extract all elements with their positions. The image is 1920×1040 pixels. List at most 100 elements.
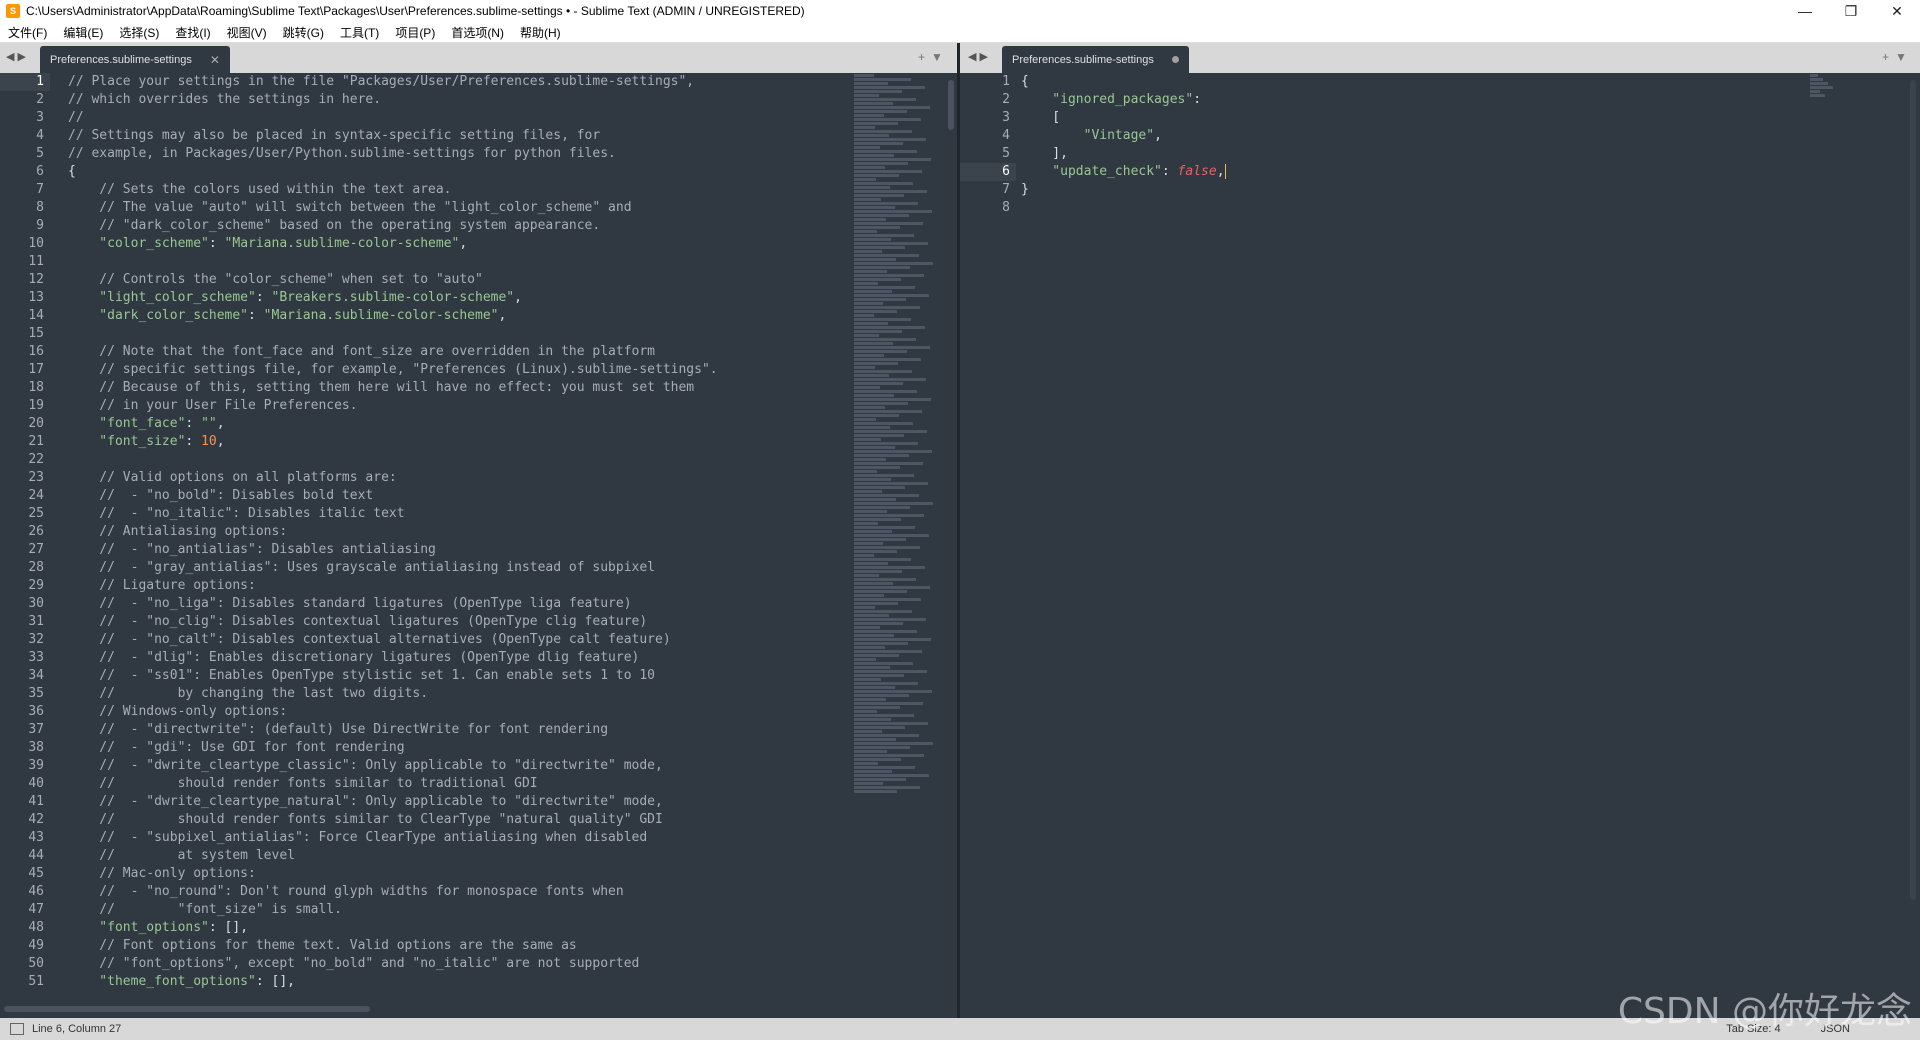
line-number: 10: [28, 236, 44, 251]
code-line[interactable]: // Antialiasing options:: [68, 523, 852, 541]
left-minimap[interactable]: [854, 73, 946, 1018]
code-line[interactable]: [: [1021, 109, 1920, 127]
unsaved-dot-icon[interactable]: [1171, 56, 1179, 63]
code-line[interactable]: // - "no_calt": Disables contextual alte…: [68, 631, 852, 649]
code-line[interactable]: // - "dlig": Enables discretionary ligat…: [68, 649, 852, 667]
left-tab-nav-arrows[interactable]: ◀▶: [6, 50, 29, 63]
code-line[interactable]: "update_check": false,: [1021, 163, 1920, 181]
left-tab-preferences[interactable]: Preferences.sublime-settings ✕: [40, 46, 230, 73]
right-code-area[interactable]: { "ignored_packages": [ "Vintage", ], "u…: [1021, 73, 1920, 217]
code-line[interactable]: // - "ss01": Enables OpenType stylistic …: [68, 667, 852, 685]
tab-close-icon[interactable]: ✕: [210, 53, 220, 67]
left-vertical-scrollbar[interactable]: [948, 80, 954, 130]
sublime-app-icon: S: [6, 4, 20, 18]
code-line[interactable]: // - "gray_antialias": Uses grayscale an…: [68, 559, 852, 577]
code-line[interactable]: {: [68, 163, 852, 181]
code-line[interactable]: // Valid options on all platforms are:: [68, 469, 852, 487]
code-line[interactable]: // - "directwrite": (default) Use Direct…: [68, 721, 852, 739]
code-line[interactable]: // Sets the colors used within the text …: [68, 181, 852, 199]
code-line[interactable]: // - "dwrite_cleartype_natural": Only ap…: [68, 793, 852, 811]
code-line[interactable]: "color_scheme": "Mariana.sublime-color-s…: [68, 235, 852, 253]
code-line[interactable]: // should render fonts similar to tradit…: [68, 775, 852, 793]
code-line[interactable]: "font_size": 10,: [68, 433, 852, 451]
code-line[interactable]: // - "subpixel_antialias": Force ClearTy…: [68, 829, 852, 847]
code-line[interactable]: // Controls the "color_scheme" when set …: [68, 271, 852, 289]
minimap-line: [854, 190, 927, 193]
code-line[interactable]: // - "dwrite_cleartype_classic": Only ap…: [68, 757, 852, 775]
code-line[interactable]: // "dark_color_scheme" based on the oper…: [68, 217, 852, 235]
left-horizontal-scrollbar[interactable]: [4, 1006, 370, 1012]
code-line[interactable]: // Windows-only options:: [68, 703, 852, 721]
menu-edit[interactable]: 编辑(E): [55, 24, 111, 41]
code-line[interactable]: // which overrides the settings in here.: [68, 91, 852, 109]
code-line[interactable]: // example, in Packages/User/Python.subl…: [68, 145, 852, 163]
code-line[interactable]: // Settings may also be placed in syntax…: [68, 127, 852, 145]
left-editor-pane[interactable]: 1 2 3 4 5 6 7 8 9 10 11 12 13 14 15 16 17 18 19 20 21 22 23 24 2…: [0, 73, 852, 1018]
menu-help[interactable]: 帮助(H): [512, 24, 569, 41]
restore-button[interactable]: ❐: [1828, 0, 1874, 22]
code-line[interactable]: // The value "auto" will switch between …: [68, 199, 852, 217]
code-line[interactable]: // Ligature options:: [68, 577, 852, 595]
code-line[interactable]: // Because of this, setting them here wi…: [68, 379, 852, 397]
right-tab-menu-icons[interactable]: +▼: [1882, 50, 1913, 64]
code-line[interactable]: "light_color_scheme": "Breakers.sublime-…: [68, 289, 852, 307]
code-line[interactable]: // - "no_italic": Disables italic text: [68, 505, 852, 523]
code-line[interactable]: // by changing the last two digits.: [68, 685, 852, 703]
minimize-button[interactable]: —: [1782, 0, 1828, 22]
menu-view[interactable]: 视图(V): [219, 24, 275, 41]
code-line[interactable]: "ignored_packages":: [1021, 91, 1920, 109]
right-tab-nav-arrows[interactable]: ◀▶: [968, 50, 991, 63]
panel-toggle-icon[interactable]: [10, 1023, 24, 1035]
code-line[interactable]: // - "no_antialias": Disables antialiasi…: [68, 541, 852, 559]
right-tab-preferences[interactable]: Preferences.sublime-settings: [1002, 46, 1189, 73]
code-line[interactable]: {: [1021, 73, 1920, 91]
code-line[interactable]: // Font options for theme text. Valid op…: [68, 937, 852, 955]
right-vertical-scrollbar[interactable]: [1910, 80, 1916, 900]
code-line[interactable]: "font_face": "",: [68, 415, 852, 433]
code-token: // Ligature options:: [68, 578, 256, 593]
code-line[interactable]: [68, 451, 852, 469]
code-line[interactable]: "Vintage",: [1021, 127, 1920, 145]
menu-goto[interactable]: 跳转(G): [275, 24, 332, 41]
menu-project[interactable]: 项目(P): [387, 24, 443, 41]
code-line[interactable]: // Mac-only options:: [68, 865, 852, 883]
code-line[interactable]: // specific settings file, for example, …: [68, 361, 852, 379]
code-line[interactable]: "font_options": [],: [68, 919, 852, 937]
menu-find[interactable]: 查找(I): [167, 24, 218, 41]
code-line[interactable]: "dark_color_scheme": "Mariana.sublime-co…: [68, 307, 852, 325]
line-number: 25: [28, 506, 44, 521]
line-number: 38: [28, 740, 44, 755]
right-minimap[interactable]: [1810, 73, 1850, 1018]
code-line[interactable]: }: [1021, 181, 1920, 199]
code-line[interactable]: // at system level: [68, 847, 852, 865]
cursor-position[interactable]: Line 6, Column 27: [32, 1023, 121, 1035]
right-editor-pane[interactable]: 1 2 3 4 5 67 8 { "ignored_packages": [ "Vintag…: [960, 73, 1920, 1018]
code-line[interactable]: [1021, 199, 1920, 217]
code-line[interactable]: // Note that the font_face and font_size…: [68, 343, 852, 361]
menu-preferences[interactable]: 首选项(N): [443, 24, 512, 41]
code-line[interactable]: // - "no_round": Don't round glyph width…: [68, 883, 852, 901]
menu-file[interactable]: 文件(F): [0, 24, 55, 41]
code-line[interactable]: // - "no_clig": Disables contextual liga…: [68, 613, 852, 631]
menu-tools[interactable]: 工具(T): [332, 24, 387, 41]
left-tab-menu-icons[interactable]: +▼: [918, 50, 949, 64]
code-line[interactable]: [68, 325, 852, 343]
code-line[interactable]: //: [68, 109, 852, 127]
close-window-button[interactable]: ✕: [1874, 0, 1920, 22]
code-line[interactable]: ],: [1021, 145, 1920, 163]
menu-selection[interactable]: 选择(S): [111, 24, 167, 41]
code-line[interactable]: // should render fonts similar to ClearT…: [68, 811, 852, 829]
left-code-area[interactable]: // Place your settings in the file "Pack…: [68, 73, 852, 991]
code-line[interactable]: // - "no_liga": Disables standard ligatu…: [68, 595, 852, 613]
minimap-line: [854, 310, 897, 313]
code-line[interactable]: // "font_options", except "no_bold" and …: [68, 955, 852, 973]
code-line[interactable]: "theme_font_options": [],: [68, 973, 852, 991]
code-line[interactable]: // - "gdi": Use GDI for font rendering: [68, 739, 852, 757]
code-line[interactable]: // "font_size" is small.: [68, 901, 852, 919]
code-line[interactable]: // in your User File Preferences.: [68, 397, 852, 415]
code-line[interactable]: [68, 253, 852, 271]
code-line[interactable]: // - "no_bold": Disables bold text: [68, 487, 852, 505]
code-line[interactable]: // Place your settings in the file "Pack…: [68, 73, 852, 91]
minimap-line: [854, 690, 932, 693]
minimap-line: [854, 762, 878, 765]
